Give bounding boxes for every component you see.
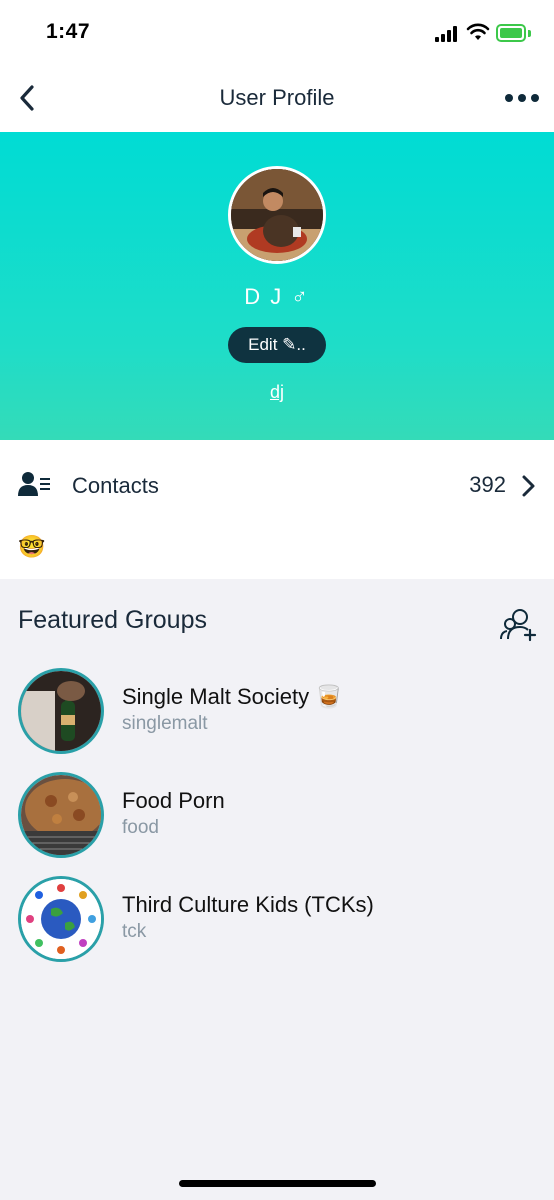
group-item-third-culture-kids[interactable]: Third Culture Kids (TCKs) tck <box>0 876 554 972</box>
status-bar: 1:47 <box>0 0 554 64</box>
status-time: 1:47 <box>46 20 91 43</box>
contacts-label: Contacts <box>72 473 159 498</box>
page-title: User Profile <box>219 85 335 110</box>
home-indicator[interactable] <box>179 1180 376 1187</box>
profile-avatar[interactable] <box>228 166 326 264</box>
featured-groups-title: Featured Groups <box>18 606 207 634</box>
chevron-right-icon <box>522 475 535 497</box>
nav-bar: User Profile <box>0 64 554 132</box>
contacts-icon <box>18 472 50 496</box>
battery-icon <box>496 24 526 42</box>
group-avatar <box>18 772 104 858</box>
contacts-count: 392 <box>469 472 506 497</box>
more-options-icon[interactable] <box>498 84 546 112</box>
display-name: D J ♂ <box>244 284 310 309</box>
group-name: Single Malt Society 🥃 <box>122 684 343 709</box>
group-name: Third Culture Kids (TCKs) <box>122 892 374 917</box>
profile-header: D J ♂ Edit ✎.. dj <box>0 132 554 440</box>
group-avatar <box>18 876 104 962</box>
status-emoji: 🤓 <box>18 534 46 559</box>
wifi-icon <box>466 23 490 40</box>
group-avatar <box>18 668 104 754</box>
username-link[interactable]: dj <box>0 382 554 403</box>
group-handle: tck <box>122 921 147 942</box>
group-name: Food Porn <box>122 788 225 813</box>
group-handle: singlemalt <box>122 713 208 734</box>
add-group-icon[interactable] <box>498 606 538 642</box>
group-item-food-porn[interactable]: Food Porn food <box>0 772 554 868</box>
battery-tip <box>528 30 531 37</box>
group-handle: food <box>122 817 159 838</box>
edit-profile-button[interactable]: Edit ✎.. <box>228 327 326 363</box>
cellular-signal-icon <box>435 26 457 42</box>
contacts-row[interactable]: Contacts 392 <box>0 440 554 530</box>
group-item-single-malt[interactable]: Single Malt Society 🥃 singlemalt <box>0 668 554 764</box>
contacts-section: Contacts 392 🤓 <box>0 440 554 579</box>
